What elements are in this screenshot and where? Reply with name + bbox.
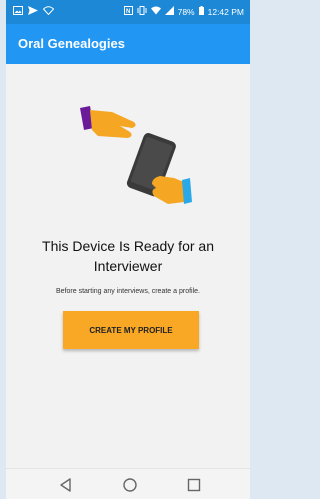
- svg-text:N: N: [126, 9, 130, 15]
- back-icon[interactable]: [58, 477, 74, 493]
- battery-percent: 78%: [177, 6, 195, 17]
- empty-state-headline: This Device Is Ready for an Interviewer: [42, 238, 214, 274]
- signal-icon: [164, 6, 174, 17]
- right-hand: [152, 176, 184, 204]
- home-icon[interactable]: [122, 477, 138, 493]
- status-left-icons: [13, 6, 55, 17]
- left-hand: [90, 110, 136, 138]
- wifi-outline-icon: [42, 6, 55, 17]
- battery-icon: [198, 6, 204, 17]
- clock: 12:42 PM: [207, 6, 244, 17]
- empty-state-subtext: Before starting any interviews, create a…: [56, 288, 200, 295]
- system-nav-bar: [6, 468, 250, 499]
- app-bar: Oral Genealogies: [6, 24, 250, 64]
- nfc-icon: N: [123, 6, 133, 17]
- recents-icon[interactable]: [186, 477, 202, 493]
- handing-phone-illustration: [72, 106, 202, 206]
- status-bar: N 78% 12:42 PM: [6, 0, 250, 24]
- send-icon: [28, 6, 38, 17]
- status-right-icons: N 78% 12:42 PM: [123, 6, 244, 17]
- app-title: Oral Genealogies: [18, 36, 125, 51]
- vibrate-icon: [137, 6, 147, 17]
- create-profile-button[interactable]: CREATE MY PROFILE: [63, 311, 199, 349]
- wifi-icon: [150, 6, 161, 17]
- app-screen: N 78% 12:42 PM Oral Genealogies This Dev…: [6, 0, 250, 499]
- image-icon: [13, 6, 23, 17]
